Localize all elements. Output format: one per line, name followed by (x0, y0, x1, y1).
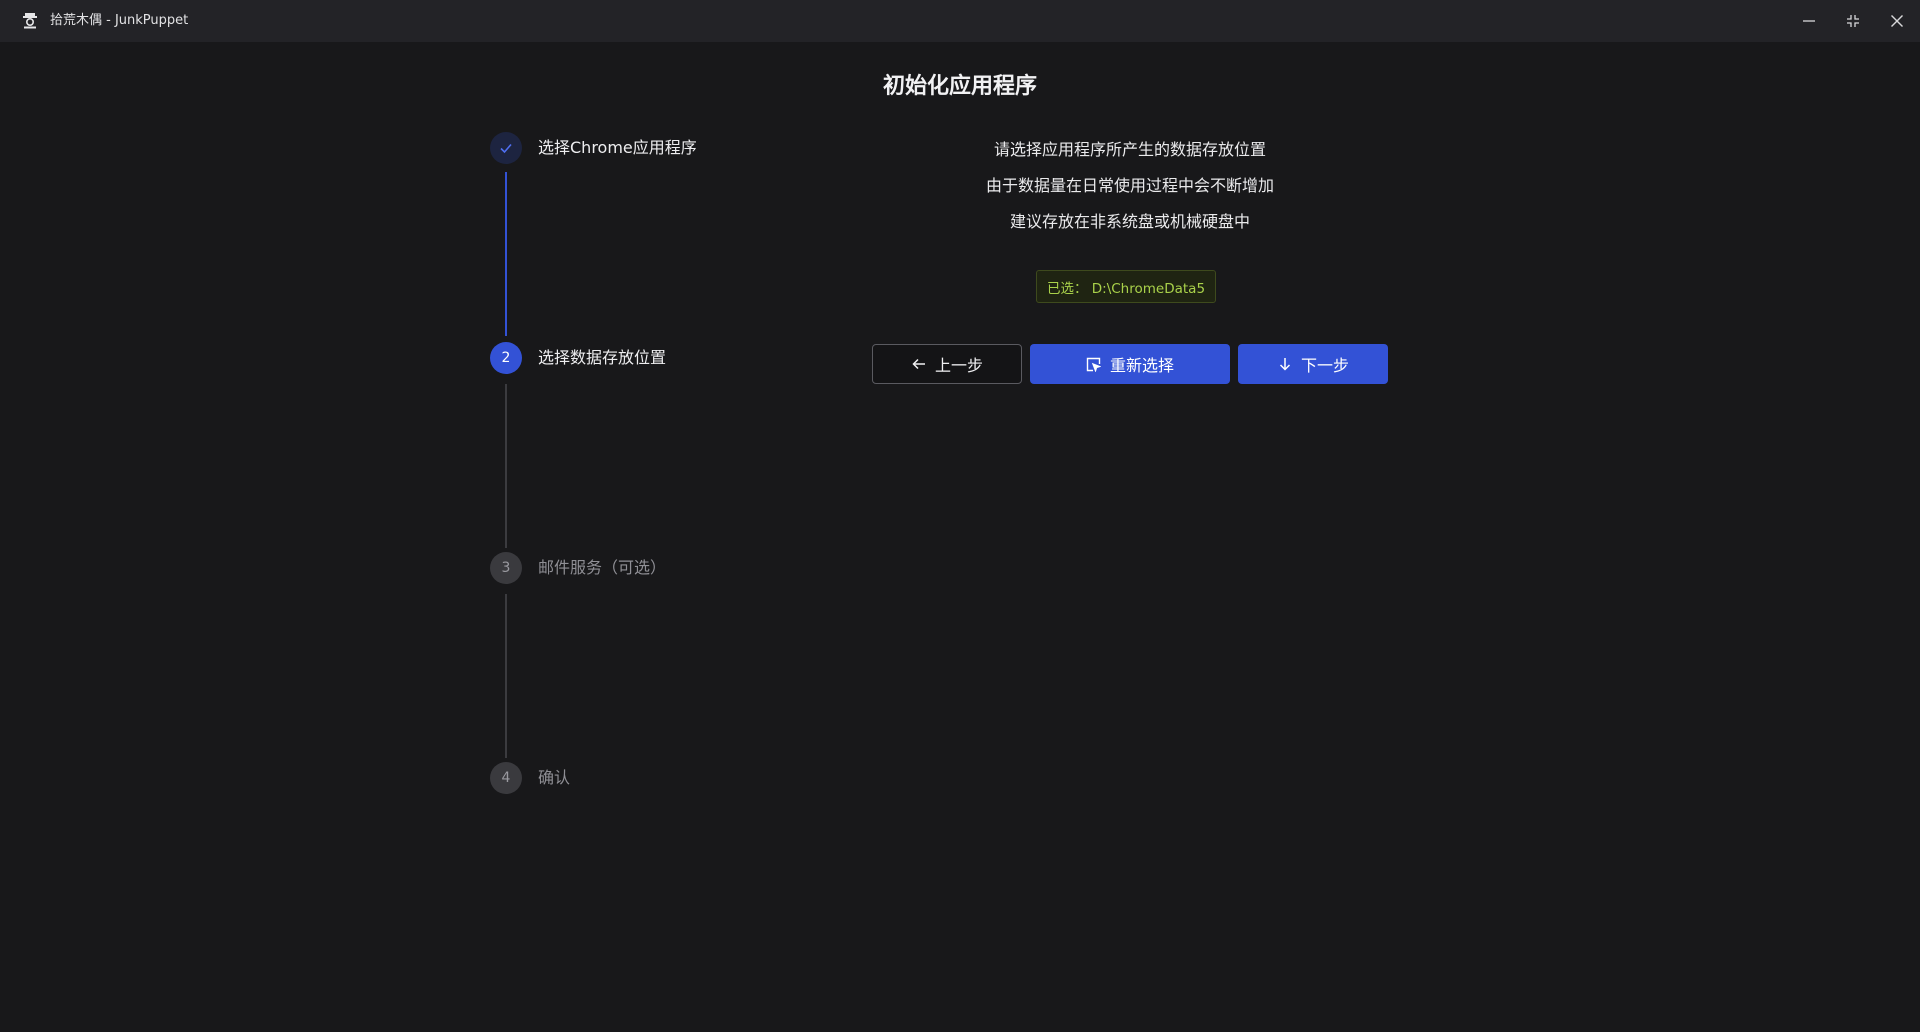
description-line-2: 由于数据量在日常使用过程中会不断增加 (985, 176, 1274, 195)
next-button-label: 下一步 (1300, 356, 1349, 375)
check-icon (490, 132, 522, 164)
step-number: 4 (490, 762, 522, 794)
puppet-logo-icon (20, 11, 40, 31)
window-title: 拾荒木偶 - JunkPuppet (50, 13, 189, 28)
reselect-button[interactable]: 重新选择 (1030, 344, 1230, 384)
page-title: 初始化应用程序 (882, 74, 1037, 99)
step-connector-1 (505, 172, 507, 336)
arrow-down-icon (1277, 356, 1293, 372)
reselect-button-label: 重新选择 (1109, 356, 1174, 375)
step-label: 确认 (538, 768, 571, 787)
description-line-3: 建议存放在非系统盘或机械硬盘中 (1009, 212, 1250, 231)
prev-button-label: 上一步 (934, 356, 983, 375)
step-number: 3 (490, 552, 522, 584)
step-connector-3 (505, 594, 507, 758)
close-icon[interactable] (1875, 0, 1919, 42)
description-line-1: 请选择应用程序所产生的数据存放位置 (993, 140, 1266, 159)
title-bar: 拾荒木偶 - JunkPuppet (0, 0, 1920, 42)
minimize-icon[interactable] (1787, 0, 1831, 42)
arrow-left-icon (911, 356, 927, 372)
next-button[interactable]: 下一步 (1238, 344, 1388, 384)
prev-button[interactable]: 上一步 (872, 344, 1022, 384)
selected-path-badge: 已选： D:\ChromeData5 (1036, 270, 1216, 303)
maximize-icon[interactable] (1831, 0, 1875, 42)
step-connector-2 (505, 384, 507, 548)
step-label: 邮件服务（可选） (538, 558, 667, 577)
select-cursor-icon (1086, 356, 1102, 372)
step-label: 选择Chrome应用程序 (538, 138, 697, 157)
step-number: 2 (490, 342, 522, 374)
step-label: 选择数据存放位置 (538, 348, 667, 367)
